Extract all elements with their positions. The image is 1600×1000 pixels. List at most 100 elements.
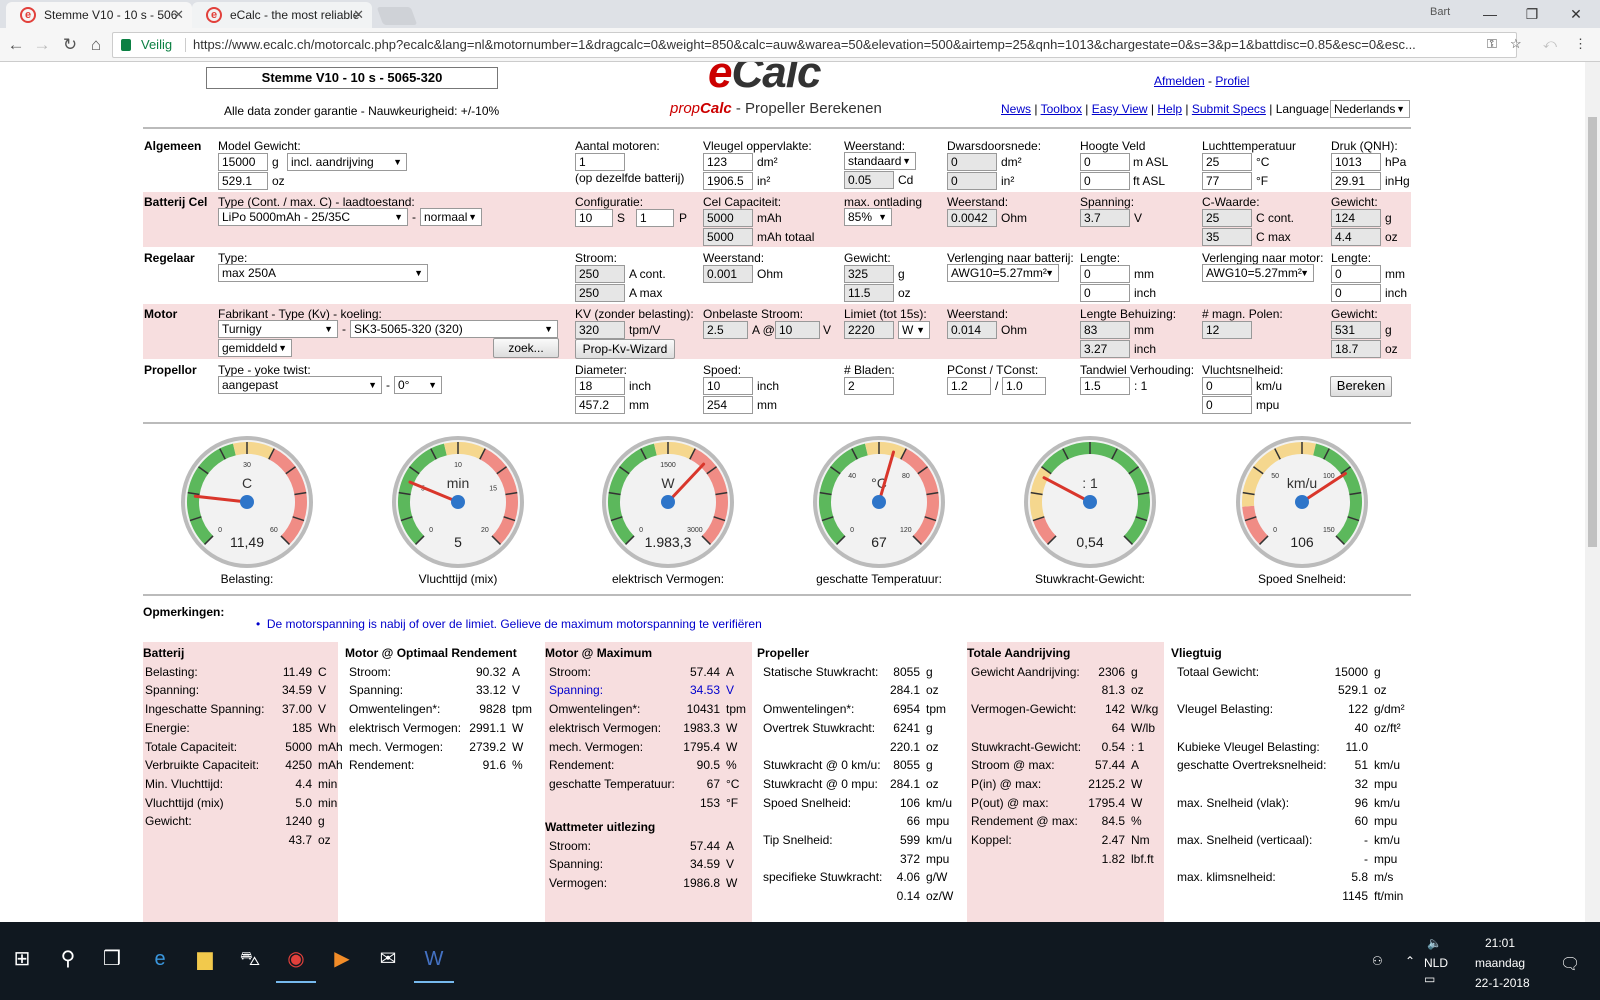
tconst-input[interactable]: 1.0: [1002, 377, 1046, 395]
pitch-mm-input[interactable]: 254: [703, 396, 753, 414]
language-select[interactable]: Nederlands: [1330, 100, 1410, 118]
page-scrollbar[interactable]: [1585, 62, 1600, 922]
config-s-input[interactable]: 10: [575, 209, 613, 227]
calculate-button[interactable]: Bereken: [1330, 376, 1392, 397]
edge-icon[interactable]: e: [140, 939, 180, 979]
total-capacity-input[interactable]: 5000: [703, 228, 753, 246]
ecalc-logo[interactable]: eCalc: [708, 62, 821, 98]
extension-icon[interactable]: ⤺: [1543, 36, 1557, 52]
forward-icon[interactable]: →: [30, 33, 54, 57]
pconst-input[interactable]: 1.2: [947, 377, 991, 395]
nav-submit-specs[interactable]: Submit Specs: [1192, 102, 1266, 116]
battery-resistance-input[interactable]: 0.0042: [947, 209, 997, 227]
ext-battery-length-mm-input[interactable]: 0: [1080, 265, 1130, 283]
idle-voltage-input[interactable]: 10: [775, 321, 820, 339]
close-tab-icon[interactable]: ✕: [353, 2, 364, 28]
motors-input[interactable]: 1: [575, 153, 625, 171]
cross-section-in-input[interactable]: 0: [947, 172, 997, 190]
nav-toolbox[interactable]: Toolbox: [1041, 102, 1082, 116]
task-view-icon[interactable]: ❒: [92, 939, 132, 979]
address-bar[interactable]: Veilig https://www.ecalc.ch/motorcalc.ph…: [112, 32, 1517, 58]
battery-weight-oz-input[interactable]: 4.4: [1331, 228, 1381, 246]
store-icon[interactable]: ⛍: [230, 939, 270, 979]
search-motor-button[interactable]: zoek...: [493, 338, 559, 358]
pitch-in-input[interactable]: 10: [703, 377, 753, 395]
windows-start-icon[interactable]: ⊞: [2, 939, 42, 979]
bookmark-star-icon[interactable]: ☆: [1510, 36, 1522, 52]
esc-current-cont-input[interactable]: 250: [575, 265, 625, 283]
battery-weight-g-input[interactable]: 124: [1331, 209, 1381, 227]
diameter-in-input[interactable]: 18: [575, 377, 625, 395]
close-window-icon[interactable]: ✕: [1564, 3, 1588, 25]
minimize-icon[interactable]: —: [1478, 3, 1502, 25]
air-temp-f-input[interactable]: 77: [1202, 172, 1252, 190]
field-elevation-ft-input[interactable]: 0: [1080, 172, 1130, 190]
blades-input[interactable]: 2: [844, 377, 894, 395]
action-center-icon[interactable]: 🗨: [1560, 954, 1580, 974]
qnh-hpa-input[interactable]: 1013: [1331, 153, 1381, 171]
profile-link[interactable]: Profiel: [1215, 74, 1249, 88]
cross-section-dm-input[interactable]: 0: [947, 153, 997, 171]
config-p-input[interactable]: 1: [636, 209, 674, 227]
people-icon[interactable]: ⚇: [1372, 954, 1383, 968]
restore-icon[interactable]: ❐: [1520, 3, 1544, 25]
prop-type-select[interactable]: aangepast: [218, 376, 382, 394]
esc-type-select[interactable]: max 250A: [218, 264, 428, 282]
motor-weight-oz-input[interactable]: 18.7: [1331, 340, 1381, 358]
gear-ratio-input[interactable]: 1.5: [1080, 377, 1130, 395]
network-icon[interactable]: ▭: [1424, 972, 1435, 986]
motor-weight-g-input[interactable]: 531: [1331, 321, 1381, 339]
nav-easy-view[interactable]: Easy View: [1092, 102, 1148, 116]
ext-motor-length-in-input[interactable]: 0: [1331, 284, 1381, 302]
nav-news[interactable]: News: [1001, 102, 1031, 116]
esc-resistance-input[interactable]: 0.001: [703, 265, 753, 283]
clock-time[interactable]: 21:01: [1485, 936, 1515, 950]
kv-input[interactable]: 320: [575, 321, 625, 339]
tab-ecalc[interactable]: e eCalc - the most reliable ✕: [192, 2, 372, 28]
c-cont-input[interactable]: 25: [1202, 209, 1252, 227]
motor-maker-select[interactable]: Turnigy: [218, 320, 338, 338]
media-icon[interactable]: ▶: [322, 939, 362, 979]
qnh-inhg-input[interactable]: 29.91: [1331, 172, 1381, 190]
cell-capacity-input[interactable]: 5000: [703, 209, 753, 227]
reload-icon[interactable]: ↻: [58, 33, 82, 57]
ext-motor-select[interactable]: AWG10=5.27mm²: [1202, 264, 1314, 282]
home-icon[interactable]: ⌂: [84, 33, 108, 57]
ext-battery-length-in-input[interactable]: 0: [1080, 284, 1130, 302]
ext-motor-length-mm-input[interactable]: 0: [1331, 265, 1381, 283]
tab-stemme[interactable]: e Stemme V10 - 10 s - 506 ✕: [6, 2, 192, 28]
new-tab-button[interactable]: [376, 7, 418, 25]
back-icon[interactable]: ←: [4, 33, 28, 57]
search-icon[interactable]: ⚲: [48, 939, 88, 979]
scrollbar-thumb[interactable]: [1588, 117, 1597, 547]
yoke-twist-select[interactable]: 0°: [394, 376, 442, 394]
tray-chevron-icon[interactable]: ⌃: [1405, 954, 1415, 968]
max-discharge-select[interactable]: 85%: [844, 208, 892, 226]
idle-current-input[interactable]: 2.5: [703, 321, 748, 339]
air-temp-c-input[interactable]: 25: [1202, 153, 1252, 171]
flight-speed-kmh-input[interactable]: 0: [1202, 377, 1252, 395]
cooling-select[interactable]: gemiddeld: [218, 339, 292, 357]
motor-resistance-input[interactable]: 0.014: [947, 321, 997, 339]
menu-icon[interactable]: ⋮: [1574, 36, 1587, 52]
file-explorer-icon[interactable]: ▆: [185, 939, 225, 979]
charge-state-select[interactable]: normaal: [420, 208, 482, 226]
battery-type-select[interactable]: LiPo 5000mAh - 25/35C: [218, 208, 408, 226]
case-length-mm-input[interactable]: 83: [1080, 321, 1130, 339]
volume-icon[interactable]: 🔈: [1427, 936, 1442, 950]
mail-icon[interactable]: ✉: [368, 939, 408, 979]
clock-date[interactable]: 22-1-2018: [1475, 976, 1530, 990]
prop-kv-wizard-button[interactable]: Prop-Kv-Wizard: [575, 339, 675, 359]
word-icon[interactable]: W: [414, 939, 454, 983]
esc-current-max-input[interactable]: 250: [575, 284, 625, 302]
c-max-input[interactable]: 35: [1202, 228, 1252, 246]
chrome-icon[interactable]: ◉: [276, 939, 316, 983]
diameter-mm-input[interactable]: 457.2: [575, 396, 625, 414]
key-icon[interactable]: ⚿: [1487, 36, 1497, 52]
limit-unit-select[interactable]: W: [898, 321, 930, 339]
drive-select[interactable]: incl. aandrijving: [287, 153, 407, 171]
motor-type-select[interactable]: SK3-5065-320 (320): [350, 320, 558, 338]
drag-select[interactable]: standaard: [844, 152, 916, 170]
close-tab-icon[interactable]: ✕: [173, 2, 184, 28]
wing-area-in-input[interactable]: 1906.5: [703, 172, 753, 190]
